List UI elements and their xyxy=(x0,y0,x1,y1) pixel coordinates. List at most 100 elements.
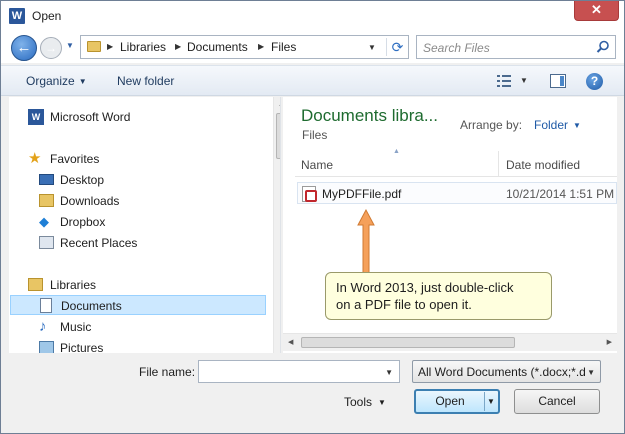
documents-icon xyxy=(40,298,52,313)
star-icon: ★ xyxy=(28,150,42,167)
scroll-up-icon[interactable]: ▲ xyxy=(278,101,280,108)
music-icon: ♪ xyxy=(39,318,47,335)
desktop-icon xyxy=(39,174,54,185)
sidebar-item-label: Desktop xyxy=(60,173,105,187)
back-button[interactable]: ← xyxy=(11,35,37,61)
close-button[interactable]: ✕ xyxy=(574,1,619,21)
sidebar-item-label: Pictures xyxy=(60,341,104,353)
sidebar-item-label: Downloads xyxy=(60,194,120,208)
column-divider[interactable] xyxy=(498,151,499,177)
file-type-value: All Word Documents (*.docx;*.d xyxy=(418,365,586,379)
sidebar-item-label: Music xyxy=(60,320,92,334)
search-input[interactable] xyxy=(423,40,593,55)
sidebar-item-music[interactable]: ♪ Music xyxy=(9,317,265,337)
recent-locations-chevron-down-icon[interactable]: ▼ xyxy=(66,41,74,50)
column-header-date-modified[interactable]: Date modified xyxy=(506,158,580,172)
sort-ascending-icon: ▲ xyxy=(393,148,400,155)
organize-menu-button[interactable]: Organize ▼ xyxy=(26,74,87,88)
chevron-down-icon: ▼ xyxy=(78,77,87,86)
window-title: Open xyxy=(32,9,62,23)
column-header-name[interactable]: Name xyxy=(301,158,333,172)
navigation-pane: W Microsoft Word ★ Favorites Desktop Dow… xyxy=(9,97,281,353)
preview-pane-icon[interactable] xyxy=(550,74,566,88)
refresh-icon[interactable]: ⟳ xyxy=(386,38,408,56)
open-button-label: Open xyxy=(435,394,465,408)
callout-line-1: In Word 2013, just double-click xyxy=(336,280,514,295)
breadcrumb-libraries[interactable]: Libraries xyxy=(120,40,166,54)
file-type-select[interactable]: All Word Documents (*.docx;*.d ▼ xyxy=(412,360,601,383)
scroll-right-icon[interactable]: ▶ xyxy=(607,338,612,346)
file-name-field[interactable] xyxy=(203,364,378,379)
sidebar-item-documents[interactable]: Documents xyxy=(10,295,266,315)
arrange-by-value: Folder xyxy=(534,118,569,132)
breadcrumb-files[interactable]: Files xyxy=(271,40,296,54)
column-header-row: ▲ Name Date modified xyxy=(295,148,617,177)
sidebar-item-label: Favorites xyxy=(50,152,100,166)
file-date-modified: 10/21/2014 1:51 PM xyxy=(506,187,615,201)
word-icon: W xyxy=(28,109,44,125)
scroll-left-icon[interactable]: ◀ xyxy=(288,338,293,346)
library-subtitle: Files xyxy=(302,128,328,142)
sidebar-item-recent-places[interactable]: Recent Places xyxy=(9,233,265,253)
command-toolbar: Organize ▼ New folder ▼ ? xyxy=(1,65,624,96)
open-button[interactable]: Open ▼ xyxy=(414,389,500,414)
search-icon[interactable] xyxy=(596,40,610,54)
folder-icon xyxy=(87,41,101,52)
file-name: MyPDFFile.pdf xyxy=(322,187,402,201)
help-icon[interactable]: ? xyxy=(586,73,603,90)
sidebar-item-label: Dropbox xyxy=(60,215,106,229)
sidebar-item-downloads[interactable]: Downloads xyxy=(9,191,265,211)
sidebar-item-favorites[interactable]: ★ Favorites xyxy=(9,149,265,169)
organize-label: Organize xyxy=(26,74,75,88)
split-divider xyxy=(484,392,485,411)
change-view-icon[interactable] xyxy=(497,75,511,87)
arrange-by-dropdown[interactable]: Folder ▼ xyxy=(534,118,581,132)
sidebar-item-microsoft-word[interactable]: W Microsoft Word xyxy=(9,107,265,127)
pdf-icon xyxy=(302,186,317,202)
file-row[interactable]: MyPDFFile.pdf 10/21/2014 1:51 PM xyxy=(297,182,617,204)
scrollbar-thumb[interactable] xyxy=(301,337,515,348)
sidebar-item-label: Recent Places xyxy=(60,236,138,250)
sidebar-item-label: Microsoft Word xyxy=(50,110,131,124)
library-title: Documents libra... xyxy=(301,106,438,125)
dropbox-icon: ◆ xyxy=(39,214,49,229)
recent-places-icon xyxy=(39,236,54,249)
word-app-icon: W xyxy=(9,8,25,24)
sidebar-item-dropbox[interactable]: ◆ Dropbox xyxy=(9,212,265,232)
sidebar-item-pictures[interactable]: Pictures xyxy=(9,338,265,353)
annotation-callout: In Word 2013, just double-click on a PDF… xyxy=(325,272,552,320)
open-options-chevron-down-icon[interactable]: ▼ xyxy=(487,398,495,406)
sidebar-item-libraries[interactable]: Libraries xyxy=(9,275,265,295)
libraries-icon xyxy=(28,278,43,291)
tools-menu-button[interactable]: Tools ▼ xyxy=(344,395,386,409)
breadcrumb-separator-icon[interactable]: ▶ xyxy=(258,42,264,51)
tools-label: Tools xyxy=(344,395,373,409)
breadcrumb-documents[interactable]: Documents xyxy=(187,40,248,54)
forward-button[interactable]: → xyxy=(40,37,62,59)
chevron-down-icon: ▼ xyxy=(378,398,386,407)
chevron-down-icon: ▼ xyxy=(587,368,595,377)
file-name-label: File name: xyxy=(139,365,196,379)
navigation-scrollbar[interactable]: ▲ xyxy=(273,97,280,353)
breadcrumb-separator-icon[interactable]: ▶ xyxy=(175,42,181,51)
new-folder-button[interactable]: New folder xyxy=(117,74,174,88)
address-row: ← → ▼ ▶ Libraries ▶ Documents ▶ Files ▼ … xyxy=(1,31,624,63)
arrange-by-label: Arrange by: xyxy=(460,118,523,132)
callout-line-2: on a PDF file to open it. xyxy=(336,297,472,312)
file-list-horizontal-scrollbar[interactable]: ◀ ▶ xyxy=(283,333,617,351)
pictures-icon xyxy=(39,341,54,353)
sidebar-item-label: Documents xyxy=(61,299,122,313)
address-bar[interactable]: ▶ Libraries ▶ Documents ▶ Files ▼ ⟳ xyxy=(80,35,409,59)
view-options-chevron-down-icon[interactable]: ▼ xyxy=(520,76,528,85)
address-history-chevron-down-icon[interactable]: ▼ xyxy=(368,43,376,52)
sidebar-item-desktop[interactable]: Desktop xyxy=(9,170,265,190)
chevron-down-icon[interactable]: ▼ xyxy=(385,368,393,377)
cancel-button[interactable]: Cancel xyxy=(514,389,600,414)
open-dialog: W Open ✕ ← → ▼ ▶ Libraries ▶ Documents ▶… xyxy=(0,0,625,434)
scrollbar-thumb[interactable] xyxy=(276,113,280,159)
breadcrumb-separator-icon[interactable]: ▶ xyxy=(107,42,113,51)
sidebar-item-label: Libraries xyxy=(50,278,97,292)
downloads-icon xyxy=(39,194,54,207)
search-box[interactable] xyxy=(416,35,616,59)
file-name-combobox[interactable]: ▼ xyxy=(198,360,400,383)
